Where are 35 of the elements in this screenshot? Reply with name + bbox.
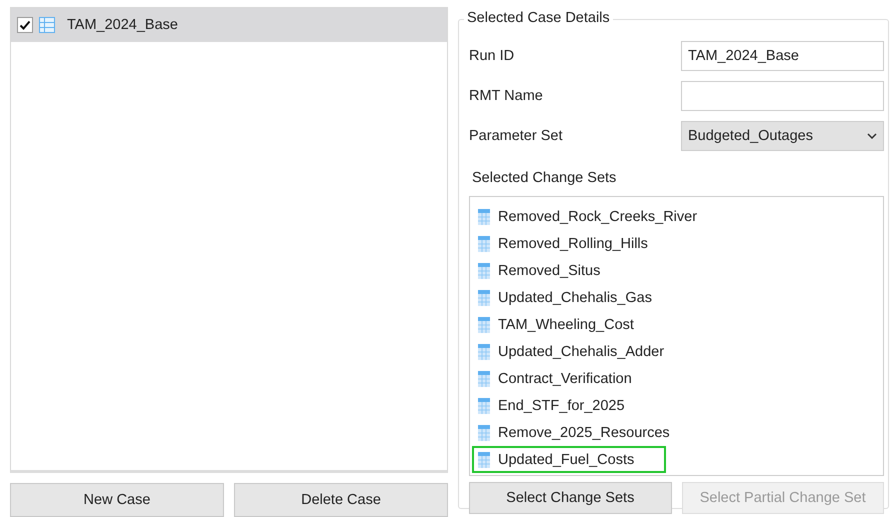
- section-label: Selected Change Sets: [472, 170, 618, 186]
- action-button[interactable]: Select Change Sets: [469, 482, 672, 514]
- list-item[interactable]: Removed_Situs: [472, 257, 632, 284]
- table-icon: [39, 17, 55, 33]
- list-item[interactable]: Updated_Chehalis_Adder: [472, 338, 696, 365]
- list-item[interactable]: Remove_2025_Resources: [472, 419, 702, 446]
- list-item[interactable]: Removed_Rock_Creeks_River: [472, 203, 730, 230]
- case-row[interactable]: TAM_2024_Base: [11, 8, 447, 42]
- list-item[interactable]: TAM_Wheeling_Cost: [472, 311, 666, 338]
- input-field[interactable]: [681, 81, 884, 111]
- case-name: TAM_2024_Base: [67, 17, 178, 33]
- action-button[interactable]: New Case: [10, 483, 224, 517]
- field-label: Parameter Set: [469, 128, 564, 144]
- action-button[interactable]: Delete Case: [234, 483, 448, 517]
- list-item[interactable]: Contract_Verification: [472, 365, 664, 392]
- table-icon: [478, 208, 490, 224]
- table-icon: [478, 290, 490, 306]
- table-icon: [478, 398, 490, 414]
- field-label: Run ID: [469, 48, 516, 64]
- table-icon: [478, 262, 490, 278]
- input-field[interactable]: TAM_2024_Base: [681, 41, 884, 71]
- table-icon: [478, 452, 490, 468]
- field-label: RMT Name: [469, 88, 544, 104]
- table-icon: [478, 370, 490, 386]
- table-icon: [478, 316, 490, 332]
- list-item[interactable]: Removed_Rolling_Hills: [472, 230, 680, 257]
- table-icon: [478, 424, 490, 440]
- list-item[interactable]: Updated_Chehalis_Gas: [472, 284, 684, 311]
- table-icon: [478, 344, 490, 360]
- dropdown[interactable]: Budgeted_Outages: [681, 121, 884, 151]
- checkbox[interactable]: [17, 17, 33, 33]
- table-icon: [478, 236, 490, 252]
- caret-icon: [867, 133, 877, 139]
- list-item[interactable]: Updated_Fuel_Costs: [472, 446, 666, 473]
- list-item[interactable]: End_STF_for_2025: [472, 392, 657, 419]
